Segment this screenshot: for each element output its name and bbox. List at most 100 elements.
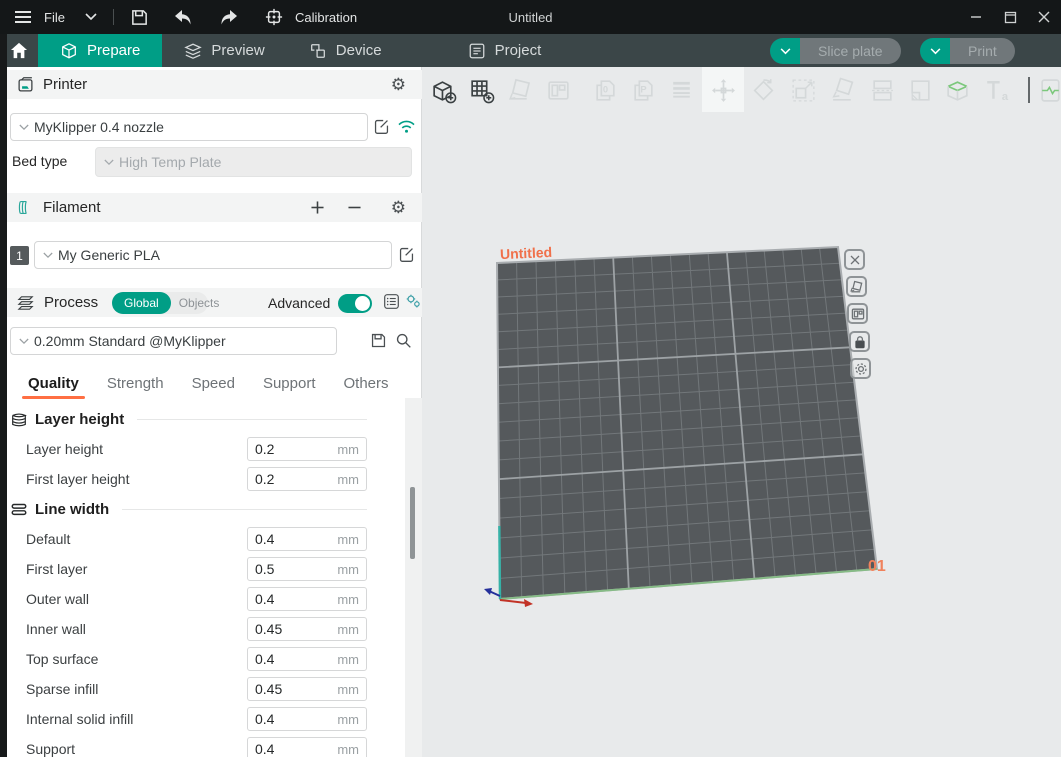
build-plate[interactable] — [422, 67, 1061, 757]
group-header: Line width — [7, 494, 367, 524]
tab-prepare[interactable]: Prepare — [38, 34, 162, 67]
layer-height-icon — [10, 410, 28, 428]
close-icon[interactable] — [1027, 0, 1061, 34]
process-scope-toggle[interactable]: Global Objects — [112, 292, 208, 314]
param-input[interactable]: 0.4mm — [247, 737, 367, 757]
device-icon — [309, 42, 327, 60]
scope-objects-option[interactable]: Objects — [171, 296, 228, 310]
slice-plate-label[interactable]: Slice plate — [800, 38, 901, 64]
param-tab-others[interactable]: Others — [330, 375, 403, 392]
scrollbar-thumb[interactable] — [410, 487, 415, 559]
param-input[interactable]: 0.4mm — [247, 587, 367, 611]
calibration-label[interactable]: Calibration — [295, 10, 357, 25]
hamburger-icon[interactable] — [8, 0, 38, 34]
lock-plate-icon[interactable] — [849, 331, 870, 352]
param-gears-icon[interactable] — [405, 293, 422, 310]
edit-filament-icon[interactable] — [398, 246, 415, 263]
param-label: Support — [26, 741, 247, 757]
param-tab-quality[interactable]: Quality — [14, 375, 93, 392]
tab-label: Preview — [211, 42, 264, 59]
param-value[interactable]: 0.2 — [255, 471, 337, 487]
param-row: Support0.4mm — [7, 734, 367, 757]
search-icon[interactable] — [395, 332, 412, 349]
param-unit: mm — [337, 532, 359, 547]
print-button[interactable]: Print — [920, 38, 1015, 64]
bed-type-select[interactable]: High Temp Plate — [95, 147, 412, 177]
tab-project[interactable]: Project — [446, 34, 564, 67]
param-input[interactable]: 0.4mm — [247, 527, 367, 551]
filament-gear-icon[interactable]: ⚙ — [391, 198, 406, 218]
save-icon[interactable] — [124, 0, 155, 34]
param-input[interactable]: 0.2mm — [247, 437, 367, 461]
wifi-icon[interactable] — [397, 119, 416, 134]
print-options-chevron-down-icon[interactable] — [920, 38, 950, 64]
slice-options-chevron-down-icon[interactable] — [770, 38, 800, 64]
param-tab-speed[interactable]: Speed — [178, 375, 249, 392]
param-value[interactable]: 0.4 — [255, 651, 337, 667]
filament-preset-select[interactable]: My Generic PLA — [34, 241, 392, 269]
plate-gear-icon[interactable] — [850, 358, 871, 379]
param-value[interactable]: 0.45 — [255, 681, 337, 697]
minimize-icon[interactable] — [959, 0, 993, 34]
param-label: Outer wall — [26, 591, 247, 607]
orient-plate-icon[interactable] — [846, 276, 867, 297]
param-value[interactable]: 0.4 — [255, 531, 337, 547]
param-row: Sparse infill0.45mm — [7, 674, 367, 704]
slice-plate-button[interactable]: Slice plate — [770, 38, 901, 64]
param-groups: Layer heightLayer height0.2mmFirst layer… — [7, 398, 405, 757]
printer-gear-icon[interactable]: ⚙ — [391, 75, 406, 95]
param-row: Default0.4mm — [7, 524, 367, 554]
advanced-toggle[interactable] — [338, 294, 372, 313]
file-chevron-down-icon[interactable] — [79, 0, 103, 34]
tab-preview[interactable]: Preview — [162, 34, 286, 67]
group-title: Line width — [35, 501, 109, 518]
param-value[interactable]: 0.5 — [255, 561, 337, 577]
print-label[interactable]: Print — [950, 38, 1015, 64]
param-label: Sparse infill — [26, 681, 247, 697]
param-value[interactable]: 0.4 — [255, 711, 337, 727]
param-input[interactable]: 0.2mm — [247, 467, 367, 491]
file-menu[interactable]: File — [44, 10, 65, 25]
param-value[interactable]: 0.4 — [255, 591, 337, 607]
main-tab-bar: Prepare Preview Device Project Slice pla… — [0, 34, 1061, 67]
chevron-down-icon — [19, 124, 29, 131]
param-value[interactable]: 0.4 — [255, 741, 337, 757]
param-input[interactable]: 0.45mm — [247, 617, 367, 641]
tab-device[interactable]: Device — [287, 34, 404, 67]
sidebar-scrollbar[interactable] — [405, 398, 422, 757]
redo-icon[interactable] — [213, 0, 245, 34]
save-preset-icon[interactable] — [370, 332, 387, 349]
scope-global-option[interactable]: Global — [112, 292, 171, 314]
viewport-3d[interactable]: 0Pa Untitled 01 — [422, 67, 1061, 757]
undo-icon[interactable] — [167, 0, 199, 34]
printer-section-title: Printer — [43, 76, 87, 93]
param-value[interactable]: 0.45 — [255, 621, 337, 637]
param-tab-support[interactable]: Support — [249, 375, 330, 392]
param-input[interactable]: 0.5mm — [247, 557, 367, 581]
delete-plate-icon[interactable] — [844, 249, 865, 270]
param-row: Top surface0.4mm — [7, 644, 367, 674]
calibration-icon[interactable] — [259, 0, 289, 34]
param-unit: mm — [337, 442, 359, 457]
plate-name-label[interactable]: Untitled — [500, 244, 553, 262]
printer-preset-select[interactable]: MyKlipper 0.4 nozzle — [10, 113, 368, 141]
bed-type-value: High Temp Plate — [119, 154, 221, 170]
param-input[interactable]: 0.4mm — [247, 647, 367, 671]
process-preset-select[interactable]: 0.20mm Standard @MyKlipper — [10, 327, 337, 355]
filament-slot-badge[interactable]: 1 — [10, 246, 29, 265]
plate-settings-icon[interactable] — [847, 303, 868, 324]
param-tab-strength[interactable]: Strength — [93, 375, 178, 392]
param-input[interactable]: 0.4mm — [247, 707, 367, 731]
param-value[interactable]: 0.2 — [255, 441, 337, 457]
param-input[interactable]: 0.45mm — [247, 677, 367, 701]
param-label: Layer height — [26, 441, 247, 457]
param-row: First layer0.5mm — [7, 554, 367, 584]
list-settings-icon[interactable] — [383, 293, 400, 310]
plate-number-label: 01 — [868, 558, 886, 576]
restore-icon[interactable] — [993, 0, 1027, 34]
remove-filament-minus-icon[interactable] — [348, 201, 361, 214]
edit-printer-icon[interactable] — [373, 118, 390, 135]
param-label: Default — [26, 531, 247, 547]
param-row: Internal solid infill0.4mm — [7, 704, 367, 734]
add-filament-plus-icon[interactable] — [311, 201, 324, 214]
